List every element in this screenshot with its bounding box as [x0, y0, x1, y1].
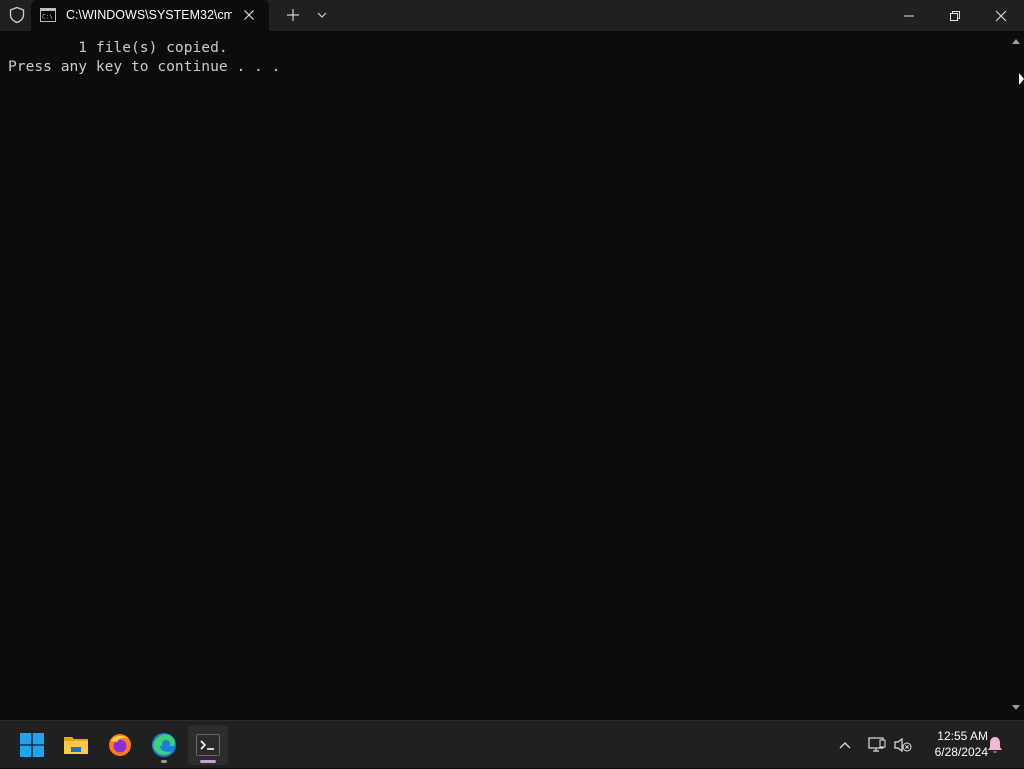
- chevron-down-icon[interactable]: [314, 7, 330, 23]
- taskbar-firefox[interactable]: [100, 725, 140, 765]
- chevron-up-icon: [839, 742, 851, 749]
- mouse-pointer-icon: [1019, 73, 1024, 85]
- volume-muted-icon: [894, 737, 912, 753]
- restore-button[interactable]: [932, 0, 978, 31]
- show-hidden-icons-button[interactable]: [834, 721, 856, 769]
- minimize-button[interactable]: [886, 0, 932, 31]
- windows-logo-icon: [20, 733, 44, 757]
- cmd-icon: C:\: [40, 8, 56, 22]
- network-icon: [868, 737, 886, 752]
- close-icon[interactable]: [241, 7, 257, 23]
- clock[interactable]: 12:55 AM 6/28/2024: [918, 728, 988, 760]
- close-icon: [995, 10, 1007, 21]
- app-running-indicator: [161, 760, 167, 763]
- start-button[interactable]: [12, 725, 52, 765]
- volume-button[interactable]: [892, 721, 914, 769]
- plus-icon[interactable]: [284, 6, 302, 24]
- svg-text:C:\: C:\: [42, 14, 53, 21]
- app-active-indicator: [200, 760, 216, 763]
- edge-icon: [152, 733, 176, 757]
- terminal-output[interactable]: 1 file(s) copied. Press any key to conti…: [0, 31, 1008, 720]
- terminal-line: 1 file(s) copied.: [8, 39, 228, 56]
- title-bar: C:\ C:\WINDOWS\SYSTEM32\cmd.exe: [0, 0, 1024, 31]
- scroll-up-icon[interactable]: [1011, 36, 1021, 46]
- taskbar-file-explorer[interactable]: [56, 725, 96, 765]
- restore-icon: [950, 10, 960, 21]
- network-button[interactable]: [866, 721, 888, 769]
- taskbar: 12:55 AM 6/28/2024: [0, 720, 1024, 768]
- terminal-icon: [196, 734, 220, 756]
- clock-time: 12:55 AM: [937, 729, 988, 743]
- vertical-scrollbar[interactable]: [1008, 31, 1024, 720]
- shield-icon: [9, 6, 25, 24]
- tab-cmd[interactable]: C:\ C:\WINDOWS\SYSTEM32\cmd.exe: [31, 0, 269, 31]
- taskbar-terminal[interactable]: [188, 725, 228, 765]
- taskbar-edge[interactable]: [144, 725, 184, 765]
- minimize-icon: [904, 15, 914, 16]
- close-button[interactable]: [978, 0, 1024, 31]
- firefox-icon: [109, 734, 131, 756]
- notification-bell-icon[interactable]: [987, 736, 1003, 754]
- scroll-down-icon[interactable]: [1011, 703, 1021, 713]
- clock-date: 6/28/2024: [934, 745, 988, 759]
- tab-title: C:\WINDOWS\SYSTEM32\cmd.exe: [66, 8, 232, 22]
- folder-icon: [64, 737, 88, 754]
- terminal-line: Press any key to continue . . .: [8, 58, 281, 75]
